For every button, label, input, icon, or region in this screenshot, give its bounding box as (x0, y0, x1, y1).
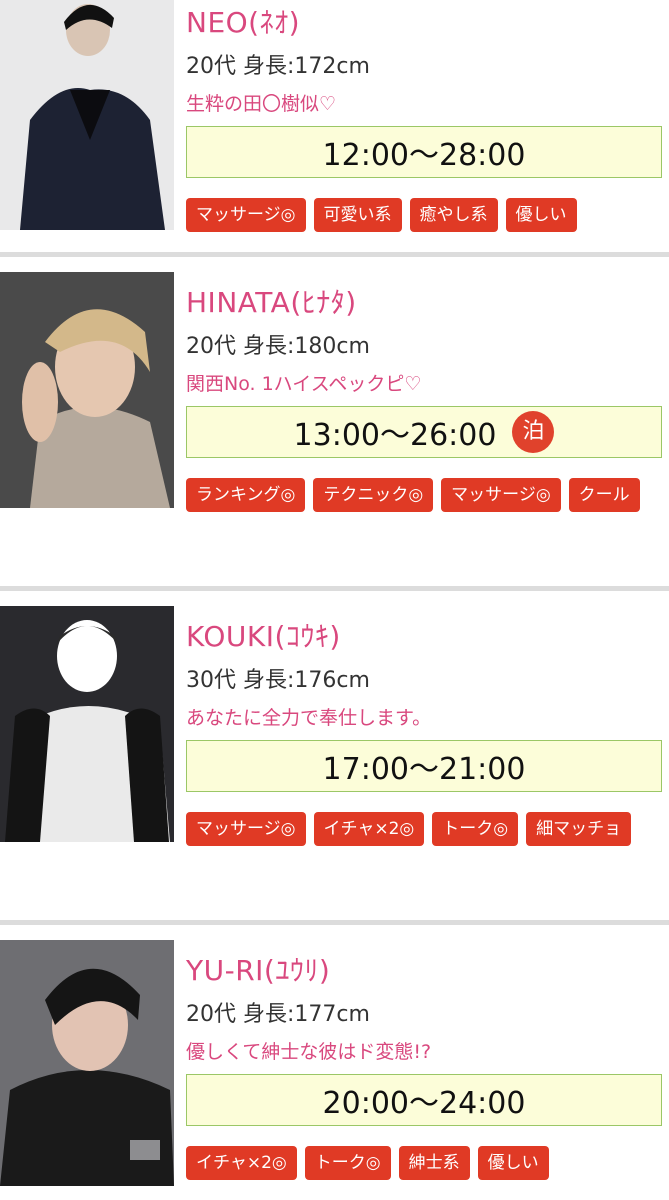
schedule-time: 20:00〜24:00 (322, 1086, 526, 1121)
cast-name[interactable]: NEO(ﾈｵ) (186, 6, 662, 40)
cast-photo[interactable] (0, 940, 174, 1186)
tag: トーク◎ (304, 1146, 391, 1180)
divider (0, 920, 669, 925)
cast-photo[interactable] (0, 272, 174, 508)
tag-list: マッサージ◎ 可愛い系 癒やし系 優しい (186, 184, 662, 232)
cast-catchphrase: 優しくて紳士な彼はド変態!? (186, 1041, 432, 1063)
tag-list: マッサージ◎ イチャ×2◎ トーク◎ 細マッチョ (186, 798, 662, 846)
tag: イチャ×2◎ (313, 812, 425, 846)
schedule-time: 12:00〜28:00 (322, 138, 526, 173)
person-photo-icon (0, 606, 174, 842)
schedule-time: 17:00〜21:00 (322, 752, 526, 787)
cast-catchphrase: あなたに全力で奉仕します。 (186, 707, 432, 729)
tag: 癒やし系 (409, 198, 498, 232)
cast-catchphrase: 関西No. 1ハイスペックピ♡ (186, 373, 422, 395)
cast-photo[interactable] (0, 0, 174, 230)
divider (0, 252, 669, 257)
cast-catchphrase: 生粋の田〇樹似♡ (186, 93, 337, 115)
tag: テクニック◎ (313, 478, 434, 512)
tag: 紳士系 (398, 1146, 470, 1180)
schedule-box: 12:00〜28:00 (186, 126, 662, 178)
tag: マッサージ◎ (186, 812, 306, 846)
cast-profile: 20代 身長:177cm (186, 1002, 370, 1027)
schedule-box: 20:00〜24:00 (186, 1074, 662, 1126)
schedule-time: 13:00〜26:00 (293, 418, 497, 453)
cast-name[interactable]: YU-RI(ﾕｳﾘ) (186, 954, 662, 988)
tag: クール (568, 478, 640, 512)
cast-profile: 20代 身長:172cm (186, 54, 370, 79)
tag: 優しい (477, 1146, 549, 1180)
tag-list: ランキング◎ テクニック◎ マッサージ◎ クール (186, 464, 662, 512)
cast-name[interactable]: HINATA(ﾋﾅﾀ) (186, 286, 662, 320)
tag: ランキング◎ (186, 478, 306, 512)
schedule-box: 17:00〜21:00 (186, 740, 662, 792)
cast-profile: 20代 身長:180cm (186, 334, 370, 359)
schedule-box: 13:00〜26:00 泊 (186, 406, 662, 458)
overnight-badge: 泊 (512, 411, 555, 453)
tag-list: イチャ×2◎ トーク◎ 紳士系 優しい (186, 1132, 662, 1180)
divider (0, 586, 669, 591)
cast-profile: 30代 身長:176cm (186, 668, 370, 693)
person-photo-icon (0, 272, 174, 508)
cast-name[interactable]: KOUKI(ｺｳｷ) (186, 620, 662, 654)
cast-photo[interactable] (0, 606, 174, 842)
tag: 優しい (505, 198, 577, 232)
tag: 細マッチョ (526, 812, 632, 846)
tag: トーク◎ (432, 812, 519, 846)
tag: イチャ×2◎ (186, 1146, 297, 1180)
tag: 可愛い系 (313, 198, 402, 232)
person-photo-icon (0, 940, 174, 1186)
tag: マッサージ◎ (441, 478, 561, 512)
person-photo-icon (0, 0, 174, 230)
tag: マッサージ◎ (186, 198, 306, 232)
